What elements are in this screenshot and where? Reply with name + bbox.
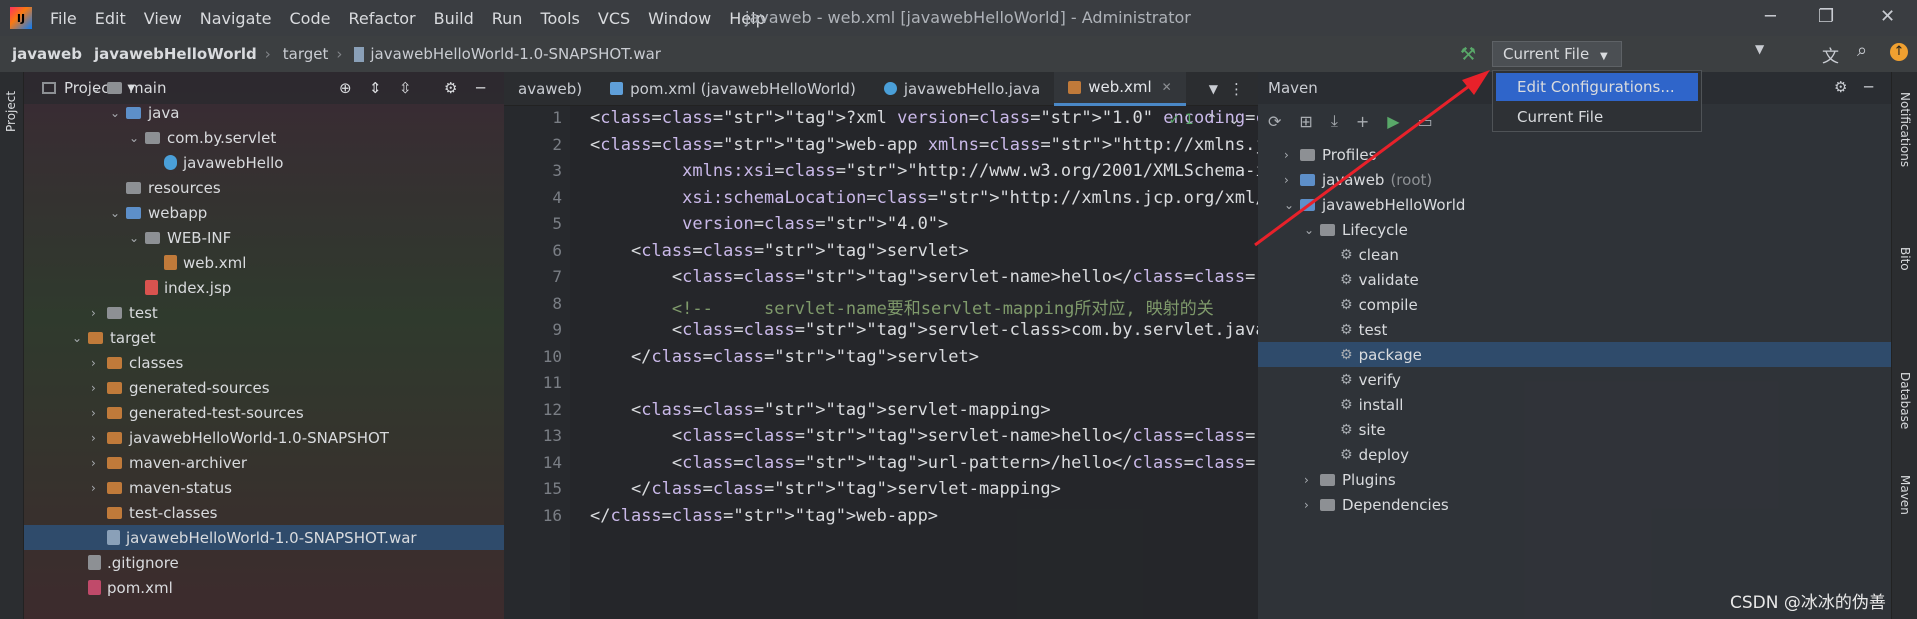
watermark: CSDN @冰冰的伪善 <box>1730 593 1886 613</box>
annotation-arrow <box>1254 70 1490 247</box>
